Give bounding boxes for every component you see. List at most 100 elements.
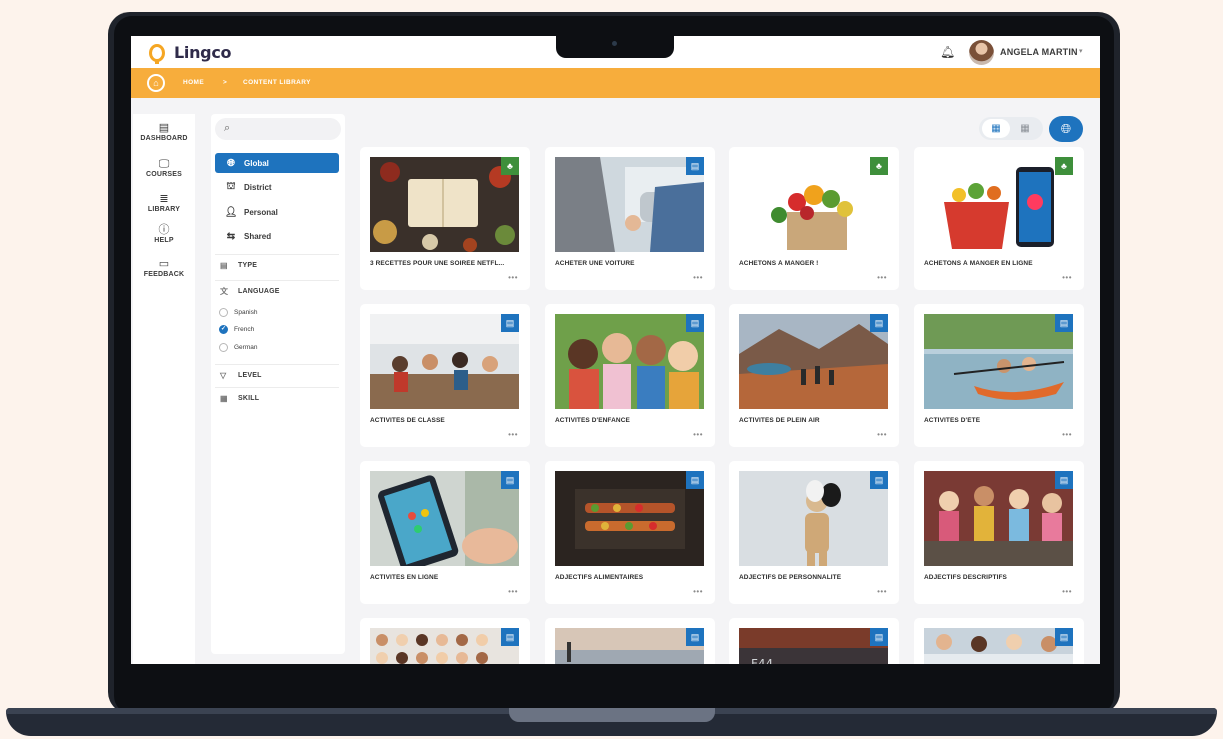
- scope-global[interactable]: 🌐︎ Global: [215, 153, 339, 173]
- card-title: ACTIVITÉS D'ENFANCE: [555, 417, 630, 424]
- more-options-icon[interactable]: •••: [1062, 430, 1072, 439]
- lesson-badge-icon: ▤: [686, 314, 704, 332]
- more-options-icon[interactable]: •••: [693, 587, 703, 596]
- card-thumbnail: ▤: [555, 314, 704, 409]
- more-options-icon[interactable]: •••: [693, 273, 703, 282]
- language-icon: 文: [220, 287, 229, 296]
- card-thumbnail: F44 ▤: [739, 628, 888, 664]
- content-card[interactable]: ▤ ACTIVITÉS D'ENFANCE •••: [545, 304, 715, 447]
- globe-button[interactable]: 🌐︎: [1049, 116, 1083, 142]
- content-card[interactable]: ▤: [914, 618, 1084, 664]
- radio[interactable]: [219, 308, 228, 317]
- content-card[interactable]: ▤ ACHETER UNE VOITURE •••: [545, 147, 715, 290]
- content-card[interactable]: ▤ ADJECTIFS DESCRIPTIFS •••: [914, 461, 1084, 604]
- language-label: German: [234, 344, 258, 351]
- content-card[interactable]: ▤ ADJECTIFS ALIMENTAIRES •••: [545, 461, 715, 604]
- lesson-badge-icon: ▤: [870, 628, 888, 646]
- more-options-icon[interactable]: •••: [693, 430, 703, 439]
- user-name[interactable]: ANGELA MARTIN: [1000, 47, 1078, 57]
- view-toggle: ▦ ▦: [979, 117, 1043, 140]
- home-icon[interactable]: ⌂: [147, 74, 165, 92]
- content-card[interactable]: ▤: [545, 618, 715, 664]
- district-icon: ⛫: [226, 180, 236, 192]
- scope-personal[interactable]: 👤︎ Personal: [215, 202, 339, 222]
- content-card[interactable]: ♣ 3 RECETTES POUR UNE SOIRÉE NETFL... ••…: [360, 147, 530, 290]
- radio[interactable]: [219, 343, 228, 352]
- scope-label: Personal: [244, 207, 278, 217]
- filter-level[interactable]: ▽ LEVEL: [215, 364, 339, 386]
- bell-icon[interactable]: 🔔︎: [940, 45, 955, 59]
- search-input[interactable]: [239, 122, 335, 136]
- card-thumbnail: ▤: [924, 628, 1073, 664]
- more-options-icon[interactable]: •••: [1062, 587, 1072, 596]
- app-logo[interactable]: Lingco: [149, 43, 232, 64]
- lesson-badge-icon: ▤: [686, 471, 704, 489]
- svg-text:F44: F44: [751, 657, 773, 664]
- content-card[interactable]: F44 ▤: [729, 618, 899, 664]
- filter-label: LANGUAGE: [238, 288, 280, 295]
- lesson-badge-icon: ▤: [1055, 471, 1073, 489]
- grid-small-icon[interactable]: ▦: [1011, 119, 1039, 138]
- filter-label: TYPE: [238, 262, 258, 269]
- nav-item-library[interactable]: ≣ LIBRARY: [133, 193, 195, 213]
- language-option-french[interactable]: French: [219, 325, 254, 334]
- nav-item-dashboard[interactable]: ▤ DASHBOARD: [133, 122, 195, 142]
- language-option-spanish[interactable]: Spanish: [219, 308, 258, 317]
- lesson-badge-icon: ▤: [501, 314, 519, 332]
- more-options-icon[interactable]: •••: [1062, 273, 1072, 282]
- nav-item-feedback[interactable]: ▭ FEEDBACK: [133, 258, 195, 278]
- nav-label: FEEDBACK: [143, 271, 185, 278]
- filter-language[interactable]: 文 LANGUAGE: [215, 280, 339, 302]
- card-thumbnail: ♣: [370, 157, 519, 252]
- filter-type[interactable]: ▤ TYPE: [215, 254, 339, 276]
- breadcrumb-home[interactable]: HOME: [183, 79, 204, 86]
- language-label: French: [234, 326, 255, 333]
- globe-icon: 🌐︎: [1060, 121, 1072, 136]
- more-options-icon[interactable]: •••: [877, 430, 887, 439]
- content-card[interactable]: ▤ ACTIVITÉS D'ÉTÉ •••: [914, 304, 1084, 447]
- card-thumbnail: ▤: [370, 314, 519, 409]
- card-thumbnail: ▤: [924, 314, 1073, 409]
- chevron-down-icon[interactable]: ▾: [1079, 47, 1083, 55]
- more-options-icon[interactable]: •••: [508, 587, 518, 596]
- lingco-logo-icon: [149, 43, 165, 64]
- avatar[interactable]: [969, 40, 994, 65]
- filter-label: SKILL: [238, 395, 260, 402]
- more-options-icon[interactable]: •••: [877, 273, 887, 282]
- scope-shared[interactable]: ⇆ Shared: [215, 226, 339, 246]
- content-card[interactable]: ▤: [360, 618, 530, 664]
- card-title: ACHETONS À MANGER !: [739, 260, 819, 267]
- feedback-icon: ▭: [158, 258, 170, 270]
- language-option-german[interactable]: German: [219, 343, 257, 352]
- content-card[interactable]: ▤ ACTIVITÉS EN LIGNE •••: [360, 461, 530, 604]
- content-card[interactable]: ▤ ADJECTIFS DE PERSONNALITÉ •••: [729, 461, 899, 604]
- left-nav: ▤ DASHBOARD 🖵 COURSES ≣ LIBRARY ⓘ HELP ▭…: [133, 114, 195, 664]
- scope-district[interactable]: ⛫ District: [215, 177, 339, 197]
- filter-icon: ▽: [220, 371, 227, 380]
- content-card[interactable]: ▤ ACTIVITÉS DE CLASSE •••: [360, 304, 530, 447]
- lesson-badge-icon: ▤: [870, 471, 888, 489]
- more-options-icon[interactable]: •••: [508, 273, 518, 282]
- radio-checked[interactable]: [219, 325, 228, 334]
- lesson-badge-icon: ▤: [686, 157, 704, 175]
- card-title: ACTIVITÉS DE PLEIN AIR: [739, 417, 820, 424]
- share-icon: ⇆: [226, 230, 236, 242]
- card-title: ACHETONS À MANGER EN LIGNE: [924, 260, 1033, 267]
- lesson-badge-icon: ▤: [1055, 314, 1073, 332]
- nav-item-help[interactable]: ⓘ HELP: [133, 224, 195, 244]
- skill-icon: ▦: [220, 394, 228, 403]
- content-card[interactable]: ♣ ACHETONS À MANGER EN LIGNE •••: [914, 147, 1084, 290]
- content-card[interactable]: ♣ ACHETONS À MANGER ! •••: [729, 147, 899, 290]
- lesson-badge-icon: ▤: [870, 314, 888, 332]
- card-thumbnail: ▤: [555, 471, 704, 566]
- card-title: ACTIVITÉS EN LIGNE: [370, 574, 439, 581]
- grid-large-icon[interactable]: ▦: [982, 119, 1010, 138]
- filter-skill[interactable]: ▦ SKILL: [215, 387, 339, 409]
- nav-item-courses[interactable]: 🖵 COURSES: [133, 158, 195, 178]
- scope-label: Shared: [244, 231, 272, 241]
- card-thumbnail: ▤: [555, 628, 704, 664]
- more-options-icon[interactable]: •••: [508, 430, 518, 439]
- lesson-badge-icon: ▤: [501, 628, 519, 646]
- content-card[interactable]: ▤ ACTIVITÉS DE PLEIN AIR •••: [729, 304, 899, 447]
- more-options-icon[interactable]: •••: [877, 587, 887, 596]
